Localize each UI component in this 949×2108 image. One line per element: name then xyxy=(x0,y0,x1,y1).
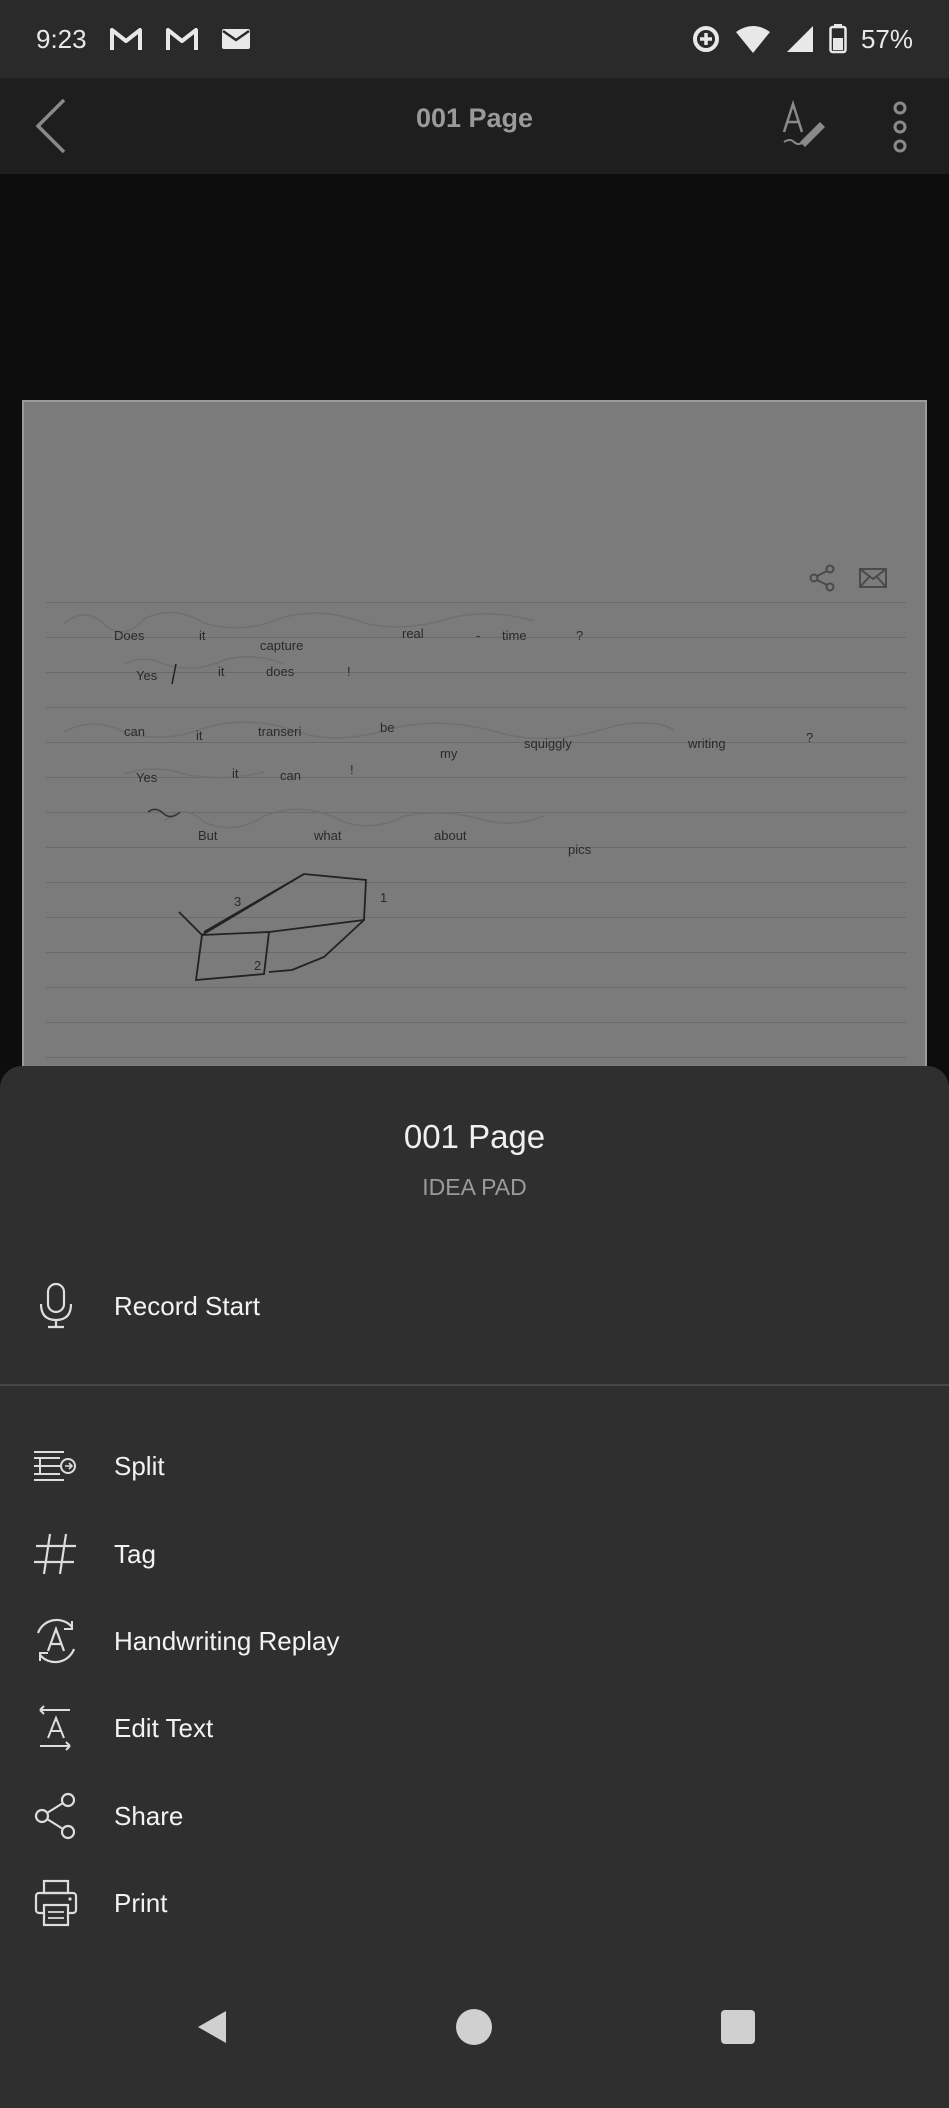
print-icon xyxy=(34,1879,78,1927)
recognized-word: transeri xyxy=(258,724,302,739)
recognized-word: ! xyxy=(350,762,354,777)
status-time: 9:23 xyxy=(36,23,87,54)
sheet-subtitle: IDEA PAD xyxy=(422,1174,527,1200)
recognized-word: capture xyxy=(260,638,304,653)
nav-home-icon[interactable] xyxy=(454,2007,494,2047)
recognized-word: time xyxy=(502,628,527,643)
gmail-icon xyxy=(165,28,198,50)
sheet-title: 001 Page xyxy=(403,1118,546,1155)
recognized-word: pics xyxy=(568,842,592,857)
edit-text-icon xyxy=(39,1705,71,1751)
split-icon xyxy=(34,1451,76,1481)
recognized-word: But xyxy=(198,828,218,843)
handwriting-pen-icon[interactable] xyxy=(780,98,832,150)
recognized-word: ? xyxy=(806,730,814,745)
recognized-word: writing xyxy=(688,736,726,751)
recognized-word: Yes xyxy=(136,668,158,683)
battery-icon xyxy=(829,24,847,54)
wifi-icon xyxy=(735,26,770,53)
edit-text-item[interactable]: Edit Text xyxy=(0,1688,949,1768)
recognized-word: my xyxy=(440,746,458,761)
hash-icon xyxy=(34,1533,76,1575)
divider xyxy=(0,1384,949,1386)
tag-item[interactable]: Tag xyxy=(0,1514,949,1594)
recognized-word: about xyxy=(434,828,467,843)
recognized-word: can xyxy=(280,768,301,783)
recognized-word: can xyxy=(124,724,145,739)
replay-icon xyxy=(36,1618,76,1664)
split-label: Split xyxy=(114,1450,165,1481)
recognized-word: Does xyxy=(114,628,145,643)
split-item[interactable]: Split xyxy=(0,1426,949,1506)
recognized-word: does xyxy=(266,664,295,679)
gmail-icon xyxy=(109,28,142,50)
recognized-word: it xyxy=(218,664,225,679)
email-icon xyxy=(221,29,250,49)
record-start-item[interactable]: Record Start xyxy=(0,1266,949,1346)
nav-back-icon[interactable] xyxy=(192,2007,232,2047)
share-item[interactable]: Share xyxy=(0,1776,949,1856)
share-label: Share xyxy=(114,1800,184,1831)
data-saver-icon xyxy=(692,26,719,52)
handwriting-replay-item[interactable]: Handwriting Replay xyxy=(0,1601,949,1681)
print-item[interactable]: Print xyxy=(0,1863,949,1943)
bottom-sheet: 001 Page IDEA PAD Record Start Split Tag… xyxy=(0,1066,949,2108)
signal-icon xyxy=(786,26,813,52)
recognized-word: what xyxy=(314,828,342,843)
print-label: Print xyxy=(114,1887,168,1918)
battery-percent: 57% xyxy=(860,23,913,54)
recognized-word: 2 xyxy=(254,958,262,973)
system-nav-bar xyxy=(0,1957,949,2108)
recognized-word: it xyxy=(199,628,206,643)
recognized-word: 3 xyxy=(234,894,242,909)
microphone-icon xyxy=(39,1282,73,1329)
recognized-word: - xyxy=(476,628,481,643)
recognized-word: ! xyxy=(347,664,351,679)
recognized-word: real xyxy=(402,626,424,641)
status-bar: 9:23 57% xyxy=(0,0,949,78)
handwriting-strokes xyxy=(63,611,675,981)
recognized-word: be xyxy=(380,720,395,735)
recognized-word: it xyxy=(232,766,239,781)
recognized-word: squiggly xyxy=(524,736,572,751)
nav-recents-icon[interactable] xyxy=(718,2007,758,2047)
record-start-label: Record Start xyxy=(114,1290,260,1321)
tag-label: Tag xyxy=(114,1538,156,1569)
handwriting-replay-label: Handwriting Replay xyxy=(114,1625,340,1656)
recognized-word: Yes xyxy=(136,770,158,785)
more-options-icon[interactable] xyxy=(880,98,920,158)
share-icon xyxy=(34,1792,76,1840)
edit-text-label: Edit Text xyxy=(114,1712,214,1743)
app-bar: 001 Page xyxy=(0,78,949,174)
recognized-word: 1 xyxy=(380,890,388,905)
recognized-word: ? xyxy=(576,628,584,643)
recognized-word: it xyxy=(196,728,203,743)
note-page[interactable]: Does it capture real - time ? Yes it doe… xyxy=(22,400,927,1140)
